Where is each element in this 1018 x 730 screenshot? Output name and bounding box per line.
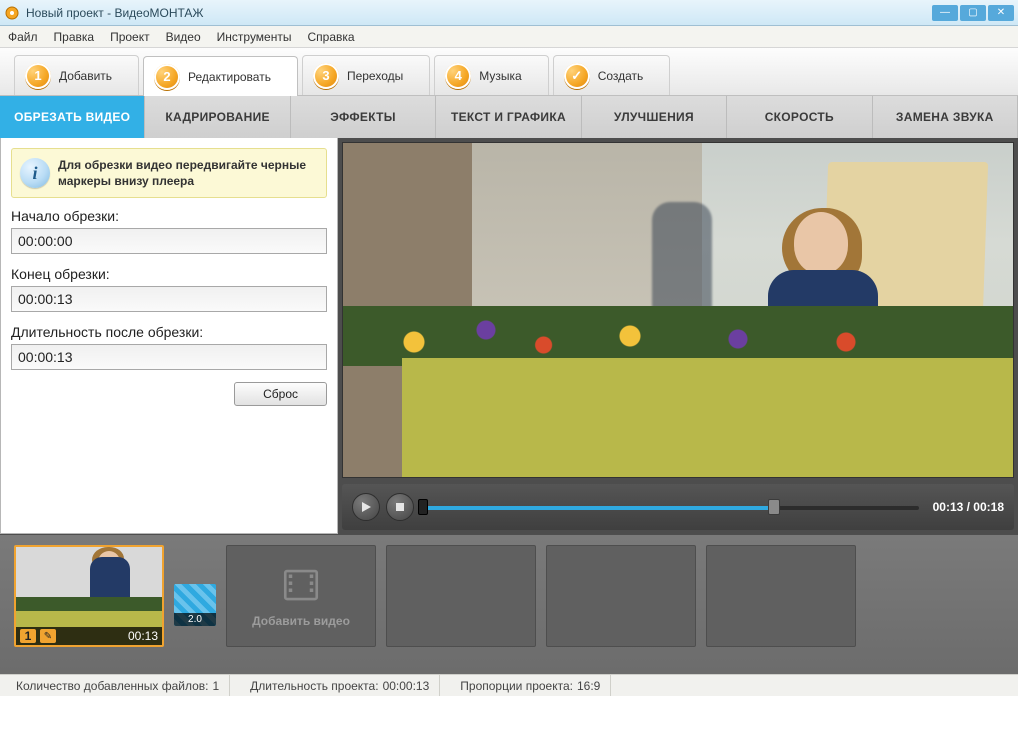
trim-end-label: Конец обрезки: bbox=[11, 266, 327, 282]
play-button[interactable] bbox=[352, 493, 380, 521]
filmstrip-icon bbox=[280, 564, 322, 606]
main-row: i Для обрезки видео передвигайте черные … bbox=[0, 138, 1018, 534]
subtab-trim[interactable]: ОБРЕЗАТЬ ВИДЕО bbox=[0, 96, 145, 138]
stop-button[interactable] bbox=[386, 493, 414, 521]
window-titlebar: Новый проект - ВидеоМОНТАЖ — ▢ ✕ bbox=[0, 0, 1018, 26]
trim-duration-label: Длительность после обрезки: bbox=[11, 324, 327, 340]
info-box: i Для обрезки видео передвигайте черные … bbox=[11, 148, 327, 198]
step-tab-music[interactable]: 4 Музыка bbox=[434, 55, 548, 95]
subtab-swap-audio[interactable]: ЗАМЕНА ЗВУКА bbox=[873, 96, 1018, 138]
step-tabs: 1 Добавить 2 Редактировать 3 Переходы 4 … bbox=[0, 48, 1018, 96]
window-close-button[interactable]: ✕ bbox=[988, 5, 1014, 21]
reset-button[interactable]: Сброс bbox=[234, 382, 327, 406]
preview-area: 00:13 / 00:18 bbox=[338, 138, 1018, 534]
menu-video[interactable]: Видео bbox=[166, 30, 201, 44]
timeline-placeholder bbox=[706, 545, 856, 647]
step-tab-label: Переходы bbox=[347, 69, 403, 83]
player-controls: 00:13 / 00:18 bbox=[342, 484, 1014, 530]
step-tab-add[interactable]: 1 Добавить bbox=[14, 55, 139, 95]
status-files-value: 1 bbox=[212, 679, 219, 693]
step-tab-label: Добавить bbox=[59, 69, 112, 83]
timeline-placeholder bbox=[546, 545, 696, 647]
subtab-effects[interactable]: ЭФФЕКТЫ bbox=[291, 96, 436, 138]
info-icon: i bbox=[20, 158, 50, 188]
subtab-enhance[interactable]: УЛУЧШЕНИЯ bbox=[582, 96, 727, 138]
step-tab-transitions[interactable]: 3 Переходы bbox=[302, 55, 430, 95]
trim-duration-input[interactable]: 00:00:13 bbox=[11, 344, 327, 370]
menu-tools[interactable]: Инструменты bbox=[217, 30, 292, 44]
subtab-speed[interactable]: СКОРОСТЬ bbox=[727, 96, 872, 138]
step-3-icon: 3 bbox=[313, 63, 339, 89]
step-2-icon: 2 bbox=[154, 64, 180, 90]
subtab-text[interactable]: ТЕКСТ И ГРАФИКА bbox=[436, 96, 581, 138]
trim-start-marker[interactable] bbox=[418, 499, 428, 515]
timeline-transition[interactable]: 2.0 bbox=[174, 584, 216, 626]
window-title: Новый проект - ВидеоМОНТАЖ bbox=[26, 6, 204, 20]
subtab-crop[interactable]: КАДРИРОВАНИЕ bbox=[145, 96, 290, 138]
trim-end-marker[interactable] bbox=[768, 499, 780, 515]
add-video-label: Добавить видео bbox=[252, 614, 350, 628]
trim-end-input[interactable]: 00:00:13 bbox=[11, 286, 327, 312]
timeline-placeholder bbox=[386, 545, 536, 647]
status-files-label: Количество добавленных файлов: bbox=[16, 679, 208, 693]
app-icon bbox=[4, 5, 20, 21]
window-maximize-button[interactable]: ▢ bbox=[960, 5, 986, 21]
status-duration-value: 00:00:13 bbox=[383, 679, 430, 693]
menu-edit[interactable]: Правка bbox=[54, 30, 95, 44]
clip-edit-icon[interactable] bbox=[40, 629, 56, 643]
status-bar: Количество добавленных файлов: 1 Длитель… bbox=[0, 674, 1018, 696]
clip-duration: 00:13 bbox=[128, 629, 158, 643]
menu-bar: Файл Правка Проект Видео Инструменты Спр… bbox=[0, 26, 1018, 48]
step-tab-label: Музыка bbox=[479, 69, 521, 83]
step-tab-label: Создать bbox=[598, 69, 644, 83]
status-ratio-value: 16:9 bbox=[577, 679, 600, 693]
status-duration-label: Длительность проекта: bbox=[250, 679, 378, 693]
trim-panel: i Для обрезки видео передвигайте черные … bbox=[0, 138, 338, 534]
trim-start-input[interactable]: 00:00:00 bbox=[11, 228, 327, 254]
window-minimize-button[interactable]: — bbox=[932, 5, 958, 21]
add-video-button[interactable]: Добавить видео bbox=[226, 545, 376, 647]
video-preview[interactable] bbox=[342, 142, 1014, 478]
timeline-clip[interactable]: 1 00:13 bbox=[14, 545, 164, 647]
status-ratio-label: Пропорции проекта: bbox=[460, 679, 573, 693]
step-4-icon: 4 bbox=[445, 63, 471, 89]
timeline: 1 00:13 2.0 Добавить видео bbox=[0, 534, 1018, 674]
step-tab-edit[interactable]: 2 Редактировать bbox=[143, 56, 298, 96]
step-tab-label: Редактировать bbox=[188, 70, 271, 84]
menu-project[interactable]: Проект bbox=[110, 30, 150, 44]
player-time: 00:13 / 00:18 bbox=[933, 500, 1004, 514]
info-text: Для обрезки видео передвигайте черные ма… bbox=[58, 158, 306, 188]
step-tab-create[interactable]: Создать bbox=[553, 55, 671, 95]
menu-file[interactable]: Файл bbox=[8, 30, 38, 44]
clip-index: 1 bbox=[20, 629, 36, 643]
step-1-icon: 1 bbox=[25, 63, 51, 89]
transition-duration: 2.0 bbox=[174, 613, 216, 626]
player-slider[interactable] bbox=[420, 497, 919, 517]
menu-help[interactable]: Справка bbox=[307, 30, 354, 44]
trim-start-label: Начало обрезки: bbox=[11, 208, 327, 224]
edit-subtabs: ОБРЕЗАТЬ ВИДЕО КАДРИРОВАНИЕ ЭФФЕКТЫ ТЕКС… bbox=[0, 96, 1018, 138]
step-check-icon bbox=[564, 63, 590, 89]
